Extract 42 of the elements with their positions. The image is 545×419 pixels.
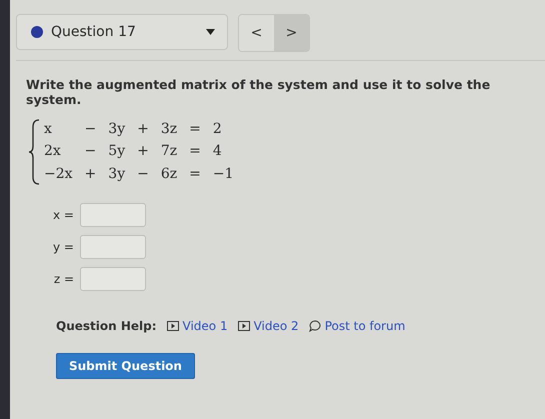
equation-term: + <box>137 120 149 139</box>
answer-field[interactable] <box>80 203 146 227</box>
answer-field[interactable] <box>80 267 146 291</box>
help-label: Question Help: <box>56 319 157 333</box>
submit-button[interactable]: Submit Question <box>56 353 195 379</box>
equation-term: 3y <box>108 164 126 184</box>
equation-term: = <box>189 120 201 139</box>
equation-term: x <box>44 120 53 139</box>
equation-term: + <box>84 164 96 184</box>
equation-term: − <box>137 164 149 184</box>
question-prompt: Write the augmented matrix of the system and use it to solve the system. <box>26 77 492 107</box>
equation-term: −1 <box>212 164 234 184</box>
forum-link[interactable]: Post to forum <box>308 319 406 333</box>
equation-term: − <box>84 120 96 139</box>
equation-term: 2x <box>44 142 62 162</box>
video-link[interactable]: Video 2 <box>238 319 299 333</box>
caret-icon <box>206 29 215 35</box>
video-link[interactable]: Video 1 <box>166 319 228 333</box>
brace-icon <box>28 119 40 185</box>
equation-term: 5y <box>108 142 126 162</box>
equation-term: 3z <box>160 120 178 139</box>
answer-label: z = <box>52 272 74 286</box>
equation-term: 7z <box>160 142 178 162</box>
equation-term: 6z <box>160 164 178 184</box>
video-icon <box>238 321 250 331</box>
answer-field[interactable] <box>80 235 146 259</box>
equation-term: 3y <box>108 120 126 139</box>
question-title: Question 17 <box>51 24 137 40</box>
question-selector[interactable]: Question 17 <box>16 14 228 50</box>
speech-bubble-icon <box>308 320 321 332</box>
next-button[interactable]: > <box>274 15 309 51</box>
equation-term: 4 <box>212 142 223 162</box>
answer-label: x = <box>52 208 74 222</box>
equation-term: + <box>137 142 149 162</box>
video-icon <box>166 321 179 331</box>
equation-term: = <box>189 164 201 184</box>
equation-term: − <box>84 142 96 162</box>
answer-label: y = <box>52 240 74 254</box>
equation-term: = <box>189 142 201 162</box>
status-dot <box>31 26 43 38</box>
equation-term: 2 <box>212 120 223 139</box>
equation-term: −2x <box>44 164 73 184</box>
